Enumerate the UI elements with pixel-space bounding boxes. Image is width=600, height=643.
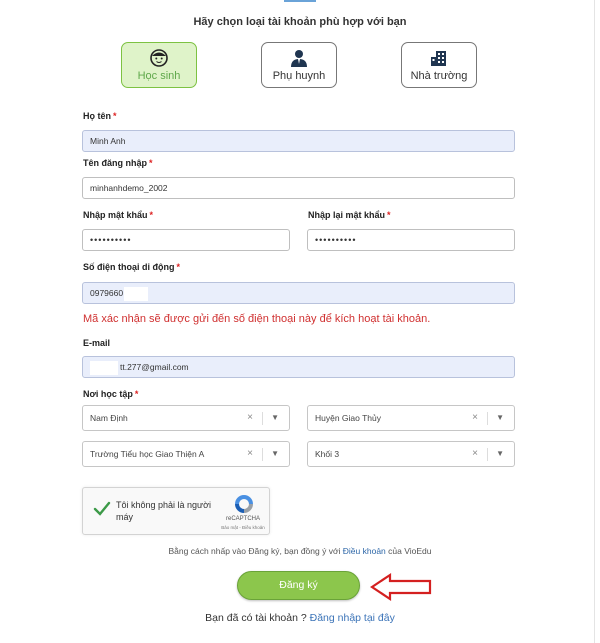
- account-type-label: Phụ huynh: [272, 70, 326, 82]
- recaptcha-widget[interactable]: Tôi không phải là người máy reCAPTCHA Bả…: [82, 487, 270, 535]
- school-label-text: Nơi học tập: [83, 389, 133, 399]
- phone-label: Số điện thoại di động *: [83, 262, 180, 272]
- required-mark: *: [176, 262, 181, 272]
- password-label-text: Nhập mật khẩu: [83, 210, 148, 220]
- login-link[interactable]: Đăng nhập tại đây: [310, 612, 395, 624]
- email-field[interactable]: tt.277@gmail.com: [82, 356, 515, 378]
- chevron-down-icon[interactable]: ▼: [496, 406, 504, 430]
- account-type-student-button[interactable]: Học sinh: [121, 42, 197, 88]
- phone-label-text: Số điện thoại di động: [83, 262, 175, 272]
- top-accent-bar: [284, 0, 316, 2]
- password-confirm-value: ••••••••••: [315, 235, 357, 245]
- clear-icon[interactable]: ×: [472, 442, 478, 466]
- clear-icon[interactable]: ×: [472, 406, 478, 430]
- password-confirm-label-text: Nhập lại mật khẩu: [308, 210, 386, 220]
- select-divider: [487, 448, 488, 461]
- fullname-field[interactable]: Minh Anh: [82, 130, 515, 152]
- phone-value: 0979660: [90, 288, 124, 298]
- required-mark: *: [387, 210, 391, 220]
- terms-suffix: của VioEdu: [385, 546, 432, 556]
- password-value: ••••••••••: [90, 235, 132, 245]
- school-label: Nơi học tập *: [83, 389, 138, 399]
- recaptcha-text: Tôi không phải là người máy: [116, 500, 211, 522]
- login-prefix: Bạn đã có tài khoản ?: [205, 612, 310, 624]
- required-mark: *: [149, 158, 153, 168]
- username-value: minhanhdemo_2002: [90, 183, 168, 193]
- student-face-icon: [150, 49, 168, 67]
- account-type-label: Học sinh: [137, 70, 181, 82]
- page-heading: Hãy chọn loại tài khoản phù hợp với bạn: [193, 16, 407, 28]
- fullname-label-text: Họ tên: [83, 111, 111, 121]
- email-label: E-mail: [83, 338, 110, 348]
- account-type-label: Nhà trường: [410, 70, 468, 82]
- fullname-label: Họ tên *: [83, 111, 117, 121]
- recaptcha-logo-icon: [235, 495, 253, 513]
- terms-text: Bằng cách nhấp vào Đăng ký, bạn đồng ý v…: [0, 546, 600, 556]
- province-value: Nam Định: [90, 413, 128, 423]
- register-button[interactable]: Đăng ký: [237, 571, 360, 600]
- clear-icon[interactable]: ×: [247, 406, 253, 430]
- school-value: Trường Tiểu học Giao Thiện A: [90, 449, 205, 459]
- phone-notice: Mã xác nhận sẽ được gửi đến số điện thoạ…: [83, 313, 431, 325]
- chevron-down-icon[interactable]: ▼: [496, 442, 504, 466]
- terms-link[interactable]: Điều khoản: [343, 546, 386, 556]
- select-divider: [487, 412, 488, 425]
- account-type-parent-button[interactable]: Phụ huynh: [261, 42, 337, 88]
- grade-select[interactable]: Khối 3 × ▼: [307, 441, 515, 467]
- clear-icon[interactable]: ×: [247, 442, 253, 466]
- checkmark-icon[interactable]: [93, 500, 111, 518]
- username-label-text: Tên đăng nhập: [83, 158, 147, 168]
- select-divider: [262, 448, 263, 461]
- password-confirm-label: Nhập lại mật khẩu *: [308, 210, 391, 220]
- recaptcha-brand: reCAPTCHA: [225, 516, 260, 522]
- district-select[interactable]: Huyện Giao Thủy × ▼: [307, 405, 515, 431]
- phone-field[interactable]: 0979660: [82, 282, 515, 304]
- school-building-icon: [431, 51, 446, 66]
- school-select[interactable]: Trường Tiểu học Giao Thiện A × ▼: [82, 441, 290, 467]
- terms-prefix: Bằng cách nhấp vào Đăng ký, bạn đồng ý v…: [168, 546, 343, 556]
- chevron-down-icon[interactable]: ▼: [271, 406, 279, 430]
- password-field[interactable]: ••••••••••: [82, 229, 290, 251]
- password-label: Nhập mật khẩu *: [83, 210, 153, 220]
- required-mark: *: [134, 389, 139, 399]
- password-confirm-field[interactable]: ••••••••••: [307, 229, 515, 251]
- email-label-text: E-mail: [83, 338, 111, 348]
- chevron-down-icon[interactable]: ▼: [271, 442, 279, 466]
- province-select[interactable]: Nam Định × ▼: [82, 405, 290, 431]
- required-mark: *: [149, 210, 154, 220]
- account-type-school-button[interactable]: Nhà trường: [401, 42, 477, 88]
- redacted-block: [90, 360, 118, 375]
- username-label: Tên đăng nhập *: [83, 158, 153, 168]
- email-value: tt.277@gmail.com: [120, 362, 189, 372]
- username-field[interactable]: minhanhdemo_2002: [82, 177, 515, 199]
- parent-person-icon: [291, 50, 307, 67]
- select-divider: [262, 412, 263, 425]
- district-value: Huyện Giao Thủy: [315, 413, 381, 423]
- login-prompt: Bạn đã có tài khoản ? Đăng nhập tại đây: [0, 612, 600, 624]
- recaptcha-links[interactable]: Bảo mật - Điều khoản: [213, 525, 273, 530]
- annotation-arrow-icon: [370, 572, 432, 602]
- fullname-value: Minh Anh: [90, 136, 126, 146]
- redacted-block: [124, 286, 149, 301]
- required-mark: *: [113, 111, 117, 121]
- page-edge-divider: [594, 0, 595, 643]
- grade-value: Khối 3: [315, 449, 340, 459]
